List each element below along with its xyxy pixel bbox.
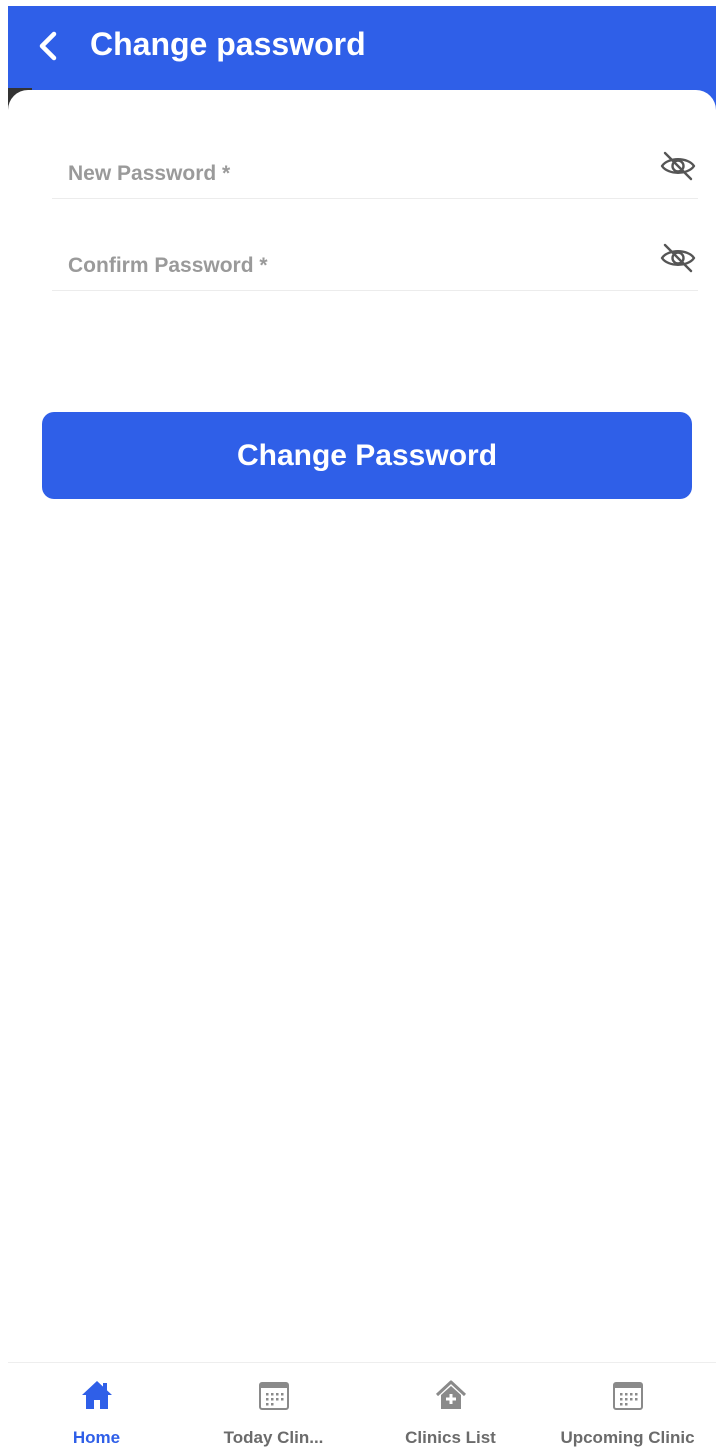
nav-label-home: Home bbox=[72, 1428, 121, 1447]
calendar-icon bbox=[612, 1382, 643, 1410]
calendar-icon bbox=[258, 1382, 289, 1410]
nav-item-upcoming-clinic[interactable]: Upcoming Clinic bbox=[539, 1363, 716, 1450]
confirm-password-visibility-toggle[interactable] bbox=[658, 238, 698, 278]
clinic-house-icon bbox=[435, 1380, 466, 1409]
change-password-button[interactable]: Change Password bbox=[42, 412, 692, 499]
new-password-visibility-toggle[interactable] bbox=[658, 146, 698, 186]
eye-off-icon bbox=[660, 151, 696, 181]
form-card bbox=[8, 90, 716, 1362]
nav-label-today-clinics: Today Clin... bbox=[223, 1428, 324, 1447]
back-button[interactable] bbox=[30, 24, 70, 68]
page-title: Change password bbox=[90, 26, 366, 62]
new-password-field bbox=[52, 134, 698, 199]
confirm-password-input[interactable] bbox=[52, 246, 658, 286]
change-password-screen: Change password Change Password Home Tod… bbox=[0, 0, 716, 1450]
eye-off-icon bbox=[660, 243, 696, 273]
nav-label-clinics-list: Clinics List bbox=[405, 1428, 496, 1447]
bottom-navigation: Home Today Clin... Clinics List Upcoming… bbox=[8, 1362, 716, 1450]
chevron-left-icon bbox=[39, 31, 57, 61]
new-password-input[interactable] bbox=[52, 154, 658, 194]
home-icon bbox=[81, 1381, 112, 1409]
nav-item-home[interactable]: Home bbox=[8, 1363, 185, 1450]
confirm-password-field bbox=[52, 226, 698, 291]
nav-item-clinics-list[interactable]: Clinics List bbox=[362, 1363, 539, 1450]
nav-item-today-clinics[interactable]: Today Clin... bbox=[185, 1363, 362, 1450]
nav-label-upcoming-clinic: Upcoming Clinic bbox=[560, 1428, 695, 1447]
